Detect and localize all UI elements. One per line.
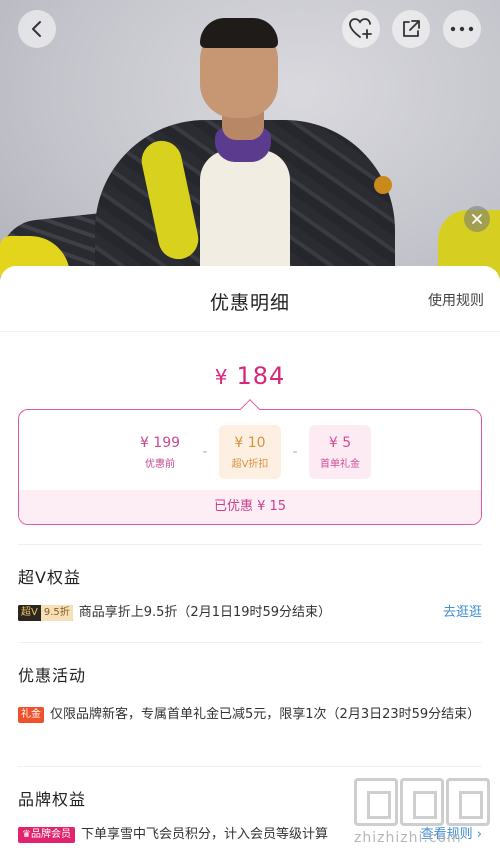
brand-benefit-text: 下单享雪中飞会员积分，计入会员等级计算 — [80, 827, 328, 842]
final-price-amount: 184 — [236, 362, 286, 390]
back-button[interactable] — [18, 10, 56, 48]
divider — [18, 544, 482, 545]
svip-badge-discount: 9.5折 — [40, 604, 73, 621]
divider — [18, 642, 482, 643]
usage-rules-link[interactable]: 使用规则 — [428, 290, 484, 310]
pre-discount-label: 优惠前 — [145, 458, 175, 470]
brand-member-badge: ♛品牌会员 — [18, 826, 75, 843]
svip-discount-amount: ¥ 10 — [234, 434, 266, 451]
svip-discount-label: 超V折扣 — [231, 458, 269, 470]
photo-sweater — [200, 150, 290, 280]
svip-badge-label: 超V — [18, 604, 41, 621]
svip-badge: 超V 9.5折 — [18, 604, 73, 621]
discount-calculation: ¥ 199 优惠前 - ¥ 10 超V折扣 - ¥ 5 首单礼金 已优惠 ¥ 1… — [18, 399, 482, 525]
share-icon — [403, 20, 420, 37]
first-order-gift-amount: ¥ 5 — [328, 434, 352, 451]
divider — [18, 766, 482, 767]
photo-hair — [200, 18, 278, 48]
sheet-title: 优惠明细 — [209, 292, 290, 314]
more-button[interactable] — [443, 10, 481, 48]
total-saved: 已优惠 ¥ 15 — [19, 490, 481, 524]
favorite-button[interactable] — [342, 10, 380, 48]
svip-benefit-row: 超V 9.5折 商品享折上9.5折（2月1日19时59分结束） 去逛逛 — [18, 602, 482, 624]
promotion-row: 礼金 仅限品牌新客，专属首单礼金已减5元，限享1次（2月3日23时59分结束） — [18, 702, 482, 727]
callout-notch — [240, 399, 260, 419]
brand-benefit-title: 品牌权益 — [18, 790, 87, 809]
brand-benefit-row: ♛品牌会员 下单享雪中飞会员积分，计入会员等级计算 查看规则 › — [18, 824, 482, 846]
sheet-header: 优惠明细 使用规则 — [0, 266, 500, 332]
product-photo — [0, 0, 500, 300]
gift-badge: 礼金 — [18, 706, 44, 723]
svip-benefit-title: 超V权益 — [18, 568, 81, 587]
svip-benefit-text: 商品享折上9.5折（2月1日19时59分结束） — [78, 605, 332, 620]
minus-sign: - — [202, 444, 208, 460]
currency-symbol: ¥ — [214, 365, 229, 389]
final-price: ¥184 — [0, 362, 500, 390]
pre-discount-amount: ¥ 199 — [139, 434, 181, 451]
more-icon — [450, 26, 474, 32]
view-rules-link[interactable]: 查看规则 › — [421, 824, 482, 846]
close-icon — [472, 214, 482, 224]
pre-discount-price: ¥ 199 优惠前 — [129, 425, 191, 479]
promotion-text: 仅限品牌新客，专属首单礼金已减5元，限享1次（2月3日23时59分结束） — [50, 707, 481, 722]
back-icon — [32, 21, 41, 37]
go-shopping-link[interactable]: 去逛逛 — [443, 602, 482, 624]
svip-discount: ¥ 10 超V折扣 — [219, 425, 281, 479]
discount-detail-sheet: 优惠明细 使用规则 ¥184 ¥ 199 优惠前 - ¥ 10 超V折扣 - ¥… — [0, 266, 500, 858]
minus-sign: - — [292, 444, 298, 460]
photo-logo-patch — [374, 176, 392, 194]
heart-plus-icon — [349, 18, 372, 39]
calculation-row: ¥ 199 优惠前 - ¥ 10 超V折扣 - ¥ 5 首单礼金 — [19, 424, 481, 480]
promotion-title: 优惠活动 — [18, 666, 87, 685]
first-order-gift: ¥ 5 首单礼金 — [309, 425, 371, 479]
close-button[interactable] — [464, 206, 490, 232]
first-order-gift-label: 首单礼金 — [320, 458, 360, 470]
share-button[interactable] — [392, 10, 430, 48]
